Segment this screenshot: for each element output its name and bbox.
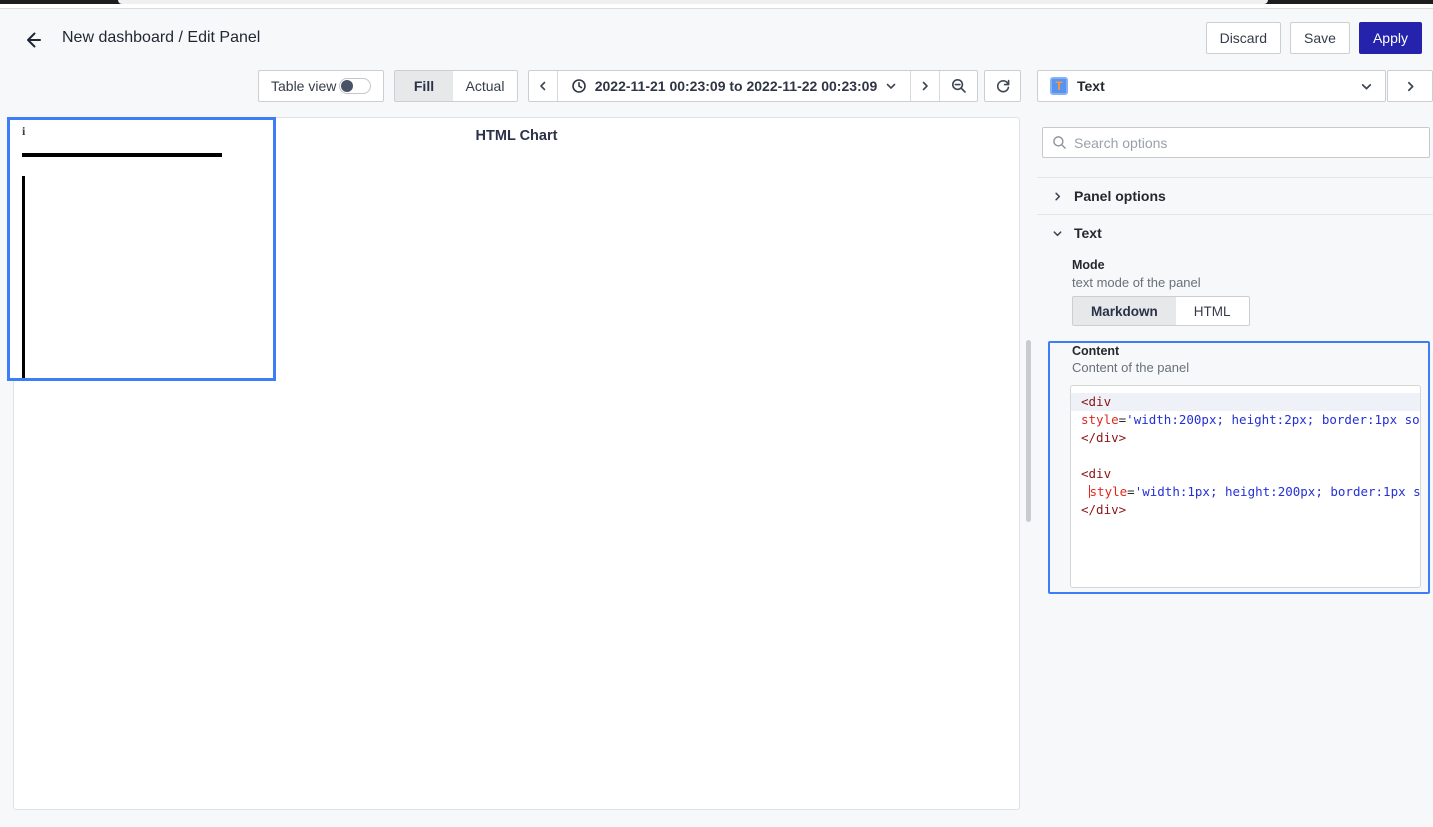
content-label: Content xyxy=(1072,344,1120,358)
text-section-label: Text xyxy=(1074,225,1102,241)
content-code-editor[interactable]: <div style='width:200px; height:2px; bord… xyxy=(1070,385,1421,588)
mode-description: text mode of the panel xyxy=(1072,275,1201,290)
time-shift-forward-button[interactable] xyxy=(911,71,940,101)
time-zoom-out-button[interactable] xyxy=(940,71,977,101)
table-view-label: Table view xyxy=(271,78,337,94)
panel-options-section-header[interactable]: Panel options xyxy=(1037,178,1433,214)
collapse-options-pane-button[interactable] xyxy=(1387,70,1433,102)
text-mode-group: Markdown HTML xyxy=(1072,296,1250,326)
browser-chrome-bottom xyxy=(0,4,1433,9)
chevron-down-icon xyxy=(885,80,897,92)
angle-right-icon xyxy=(1404,80,1417,93)
arrow-left-icon xyxy=(21,29,43,51)
options-search xyxy=(1042,127,1430,158)
fill-option[interactable]: Fill xyxy=(395,71,453,101)
search-input[interactable] xyxy=(1074,134,1420,151)
mode-markdown-option[interactable]: Markdown xyxy=(1073,297,1176,325)
clock-icon xyxy=(571,78,587,94)
toggle-knob xyxy=(341,80,353,92)
panel-info-icon[interactable]: i xyxy=(22,124,25,139)
chevron-down-icon xyxy=(1052,228,1063,239)
time-shift-back-button[interactable] xyxy=(529,71,558,101)
header-actions: Discard Save Apply xyxy=(1205,22,1422,54)
visualization-picker[interactable]: T Text xyxy=(1037,70,1386,102)
display-mode-group: Fill Actual xyxy=(394,70,518,102)
code-editor-lines: <div style='width:200px; height:2px; bord… xyxy=(1071,393,1420,519)
edit-panel-header: New dashboard / Edit Panel Discard Save … xyxy=(0,10,1433,66)
table-view-control: Table view xyxy=(258,70,384,102)
panel-options-label: Panel options xyxy=(1074,188,1166,204)
save-button[interactable]: Save xyxy=(1290,22,1350,54)
content-description: Content of the panel xyxy=(1072,360,1190,375)
search-icon xyxy=(1052,135,1067,150)
mode-html-option[interactable]: HTML xyxy=(1176,297,1249,325)
time-range-picker[interactable]: 2022-11-21 00:23:09 to 2022-11-22 00:23:… xyxy=(558,71,911,101)
text-panel-icon: T xyxy=(1050,77,1068,95)
selected-text-panel[interactable]: i xyxy=(7,117,276,381)
vertical-scrollbar-thumb[interactable] xyxy=(1026,340,1031,522)
zoom-out-icon xyxy=(951,78,967,94)
refresh-icon xyxy=(995,78,1011,94)
text-section-header[interactable]: Text xyxy=(1037,215,1433,251)
table-view-toggle[interactable] xyxy=(339,78,371,94)
apply-button[interactable]: Apply xyxy=(1358,22,1422,54)
angle-left-icon xyxy=(537,80,549,92)
time-range-text: 2022-11-21 00:23:09 to 2022-11-22 00:23:… xyxy=(594,78,878,94)
time-range-controls: 2022-11-21 00:23:09 to 2022-11-22 00:23:… xyxy=(528,70,978,102)
discard-button[interactable]: Discard xyxy=(1205,22,1282,54)
refresh-button[interactable] xyxy=(984,70,1021,102)
rendered-vertical-line xyxy=(22,176,25,378)
mode-label: Mode xyxy=(1072,258,1105,272)
rendered-horizontal-line xyxy=(22,153,222,157)
visualization-name: Text xyxy=(1077,78,1105,94)
chevron-down-icon xyxy=(1360,80,1373,93)
page-title: New dashboard / Edit Panel xyxy=(62,29,261,46)
chevron-right-icon xyxy=(1052,191,1063,202)
actual-option[interactable]: Actual xyxy=(453,71,517,101)
back-button[interactable] xyxy=(18,26,46,54)
angle-right-icon xyxy=(919,80,931,92)
